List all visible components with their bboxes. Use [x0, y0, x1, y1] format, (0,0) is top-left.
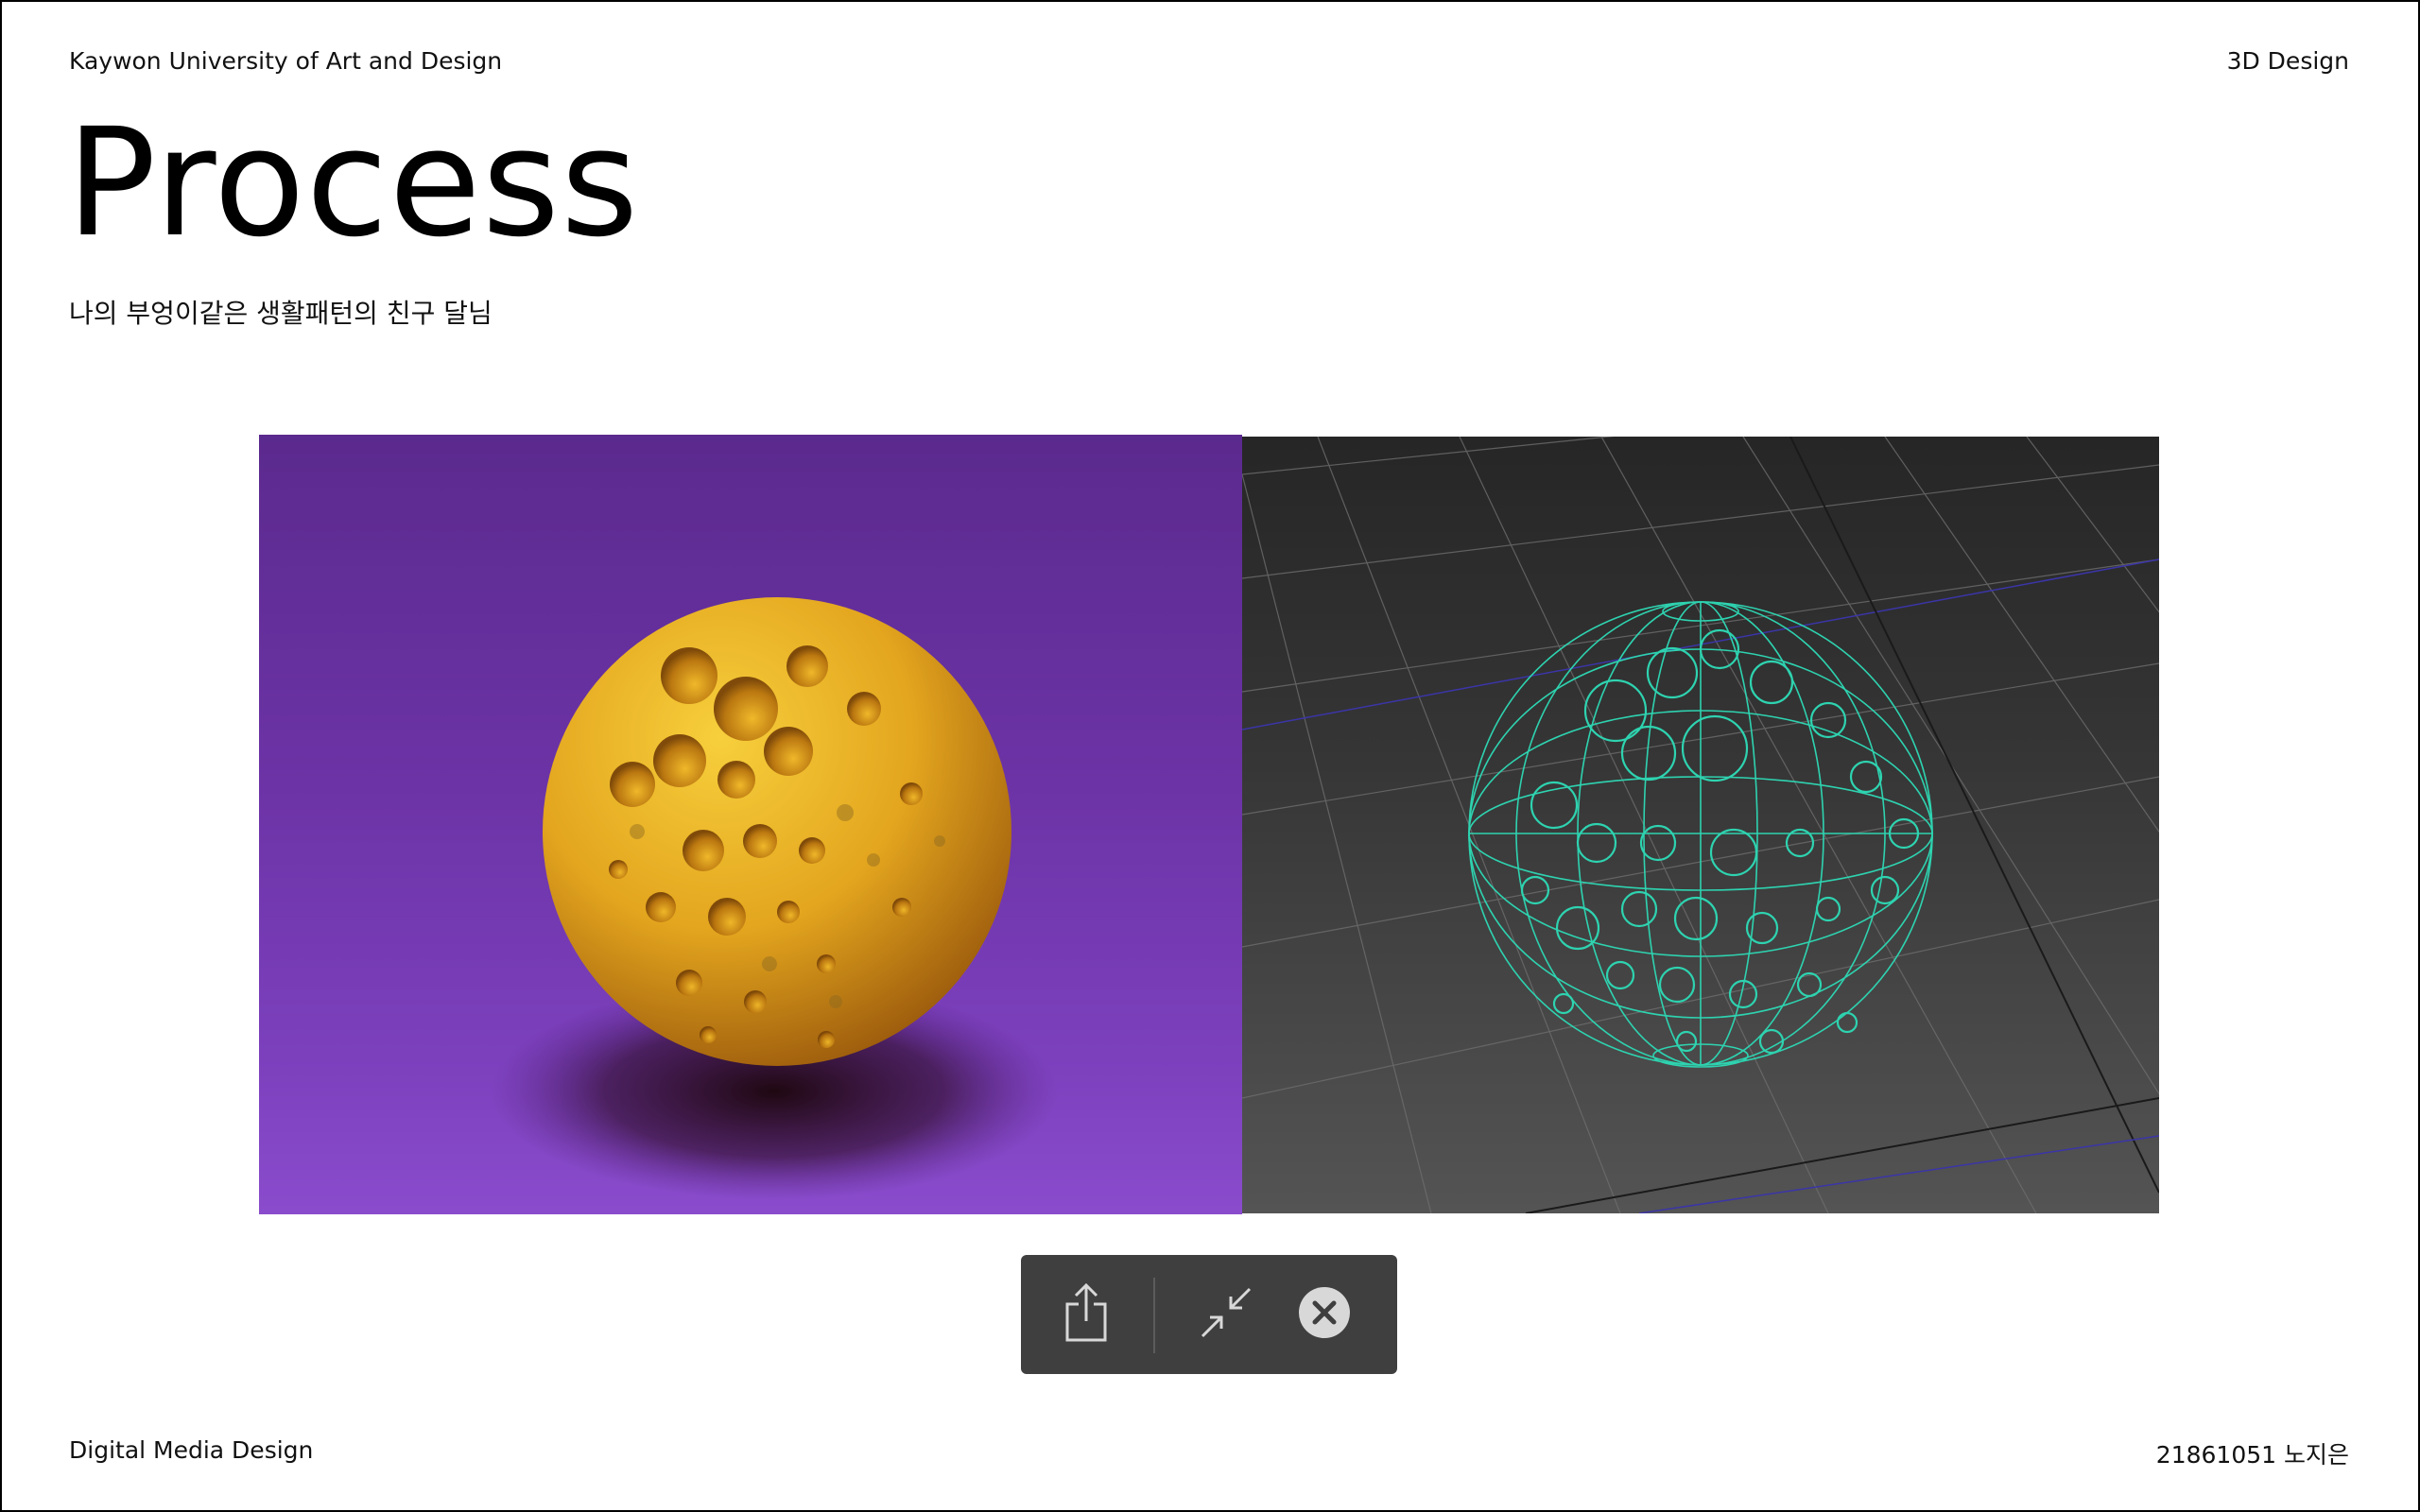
share-icon — [1062, 1281, 1111, 1348]
exit-fullscreen-button[interactable] — [1195, 1283, 1257, 1346]
rendered-moon-image — [259, 435, 1242, 1214]
toolbar-divider — [1153, 1278, 1155, 1353]
student-info: 21861051 노지은 — [2155, 1441, 2349, 1469]
shrink-icon — [1199, 1285, 1253, 1344]
share-button[interactable] — [1055, 1281, 1117, 1348]
university-name: Kaywon University of Art and Design — [69, 47, 503, 75]
department-name: Digital Media Design — [69, 1436, 314, 1464]
process-figure — [259, 435, 2159, 1214]
wireframe-moon-image — [1242, 437, 2159, 1213]
close-button[interactable] — [1293, 1283, 1356, 1346]
page-subtitle: 나의 부엉이같은 생활패턴의 친구 달님 — [69, 298, 493, 329]
page-title: Process — [66, 96, 640, 270]
close-icon — [1297, 1285, 1352, 1344]
viewer-toolbar — [1021, 1255, 1397, 1374]
course-name: 3D Design — [2226, 47, 2349, 75]
